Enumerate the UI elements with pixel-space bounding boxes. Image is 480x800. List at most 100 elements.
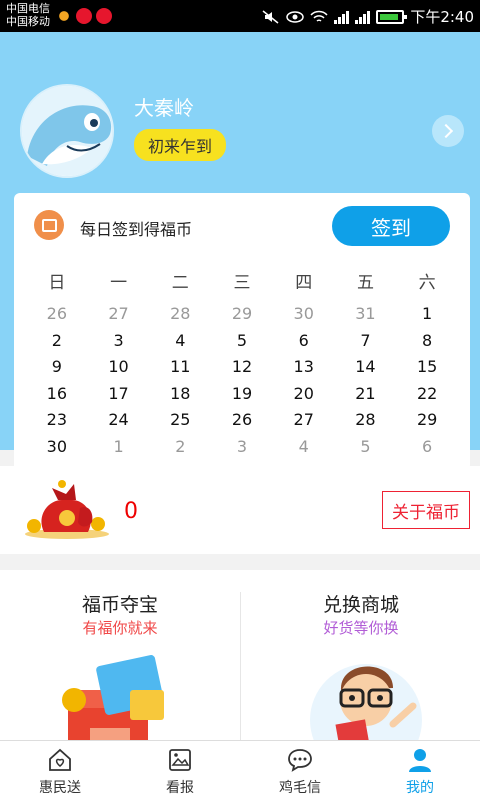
calendar-day: 2 <box>51 330 62 350</box>
weibo-icon <box>76 8 92 24</box>
cartoon-character-icon <box>310 664 422 740</box>
calendar-day-other-month: 4 <box>298 436 309 456</box>
calendar-grid: 26 27 28 29 30 31 1 2 3 4 5 6 7 8 9 10 11 12 13 14 15 16 17 18 1… <box>26 301 458 460</box>
username: 大秦岭 <box>134 96 194 120</box>
calendar-day: 14 <box>355 357 376 376</box>
calendar-day-other-month: 1 <box>113 436 124 456</box>
calendar-day: 30 <box>46 436 68 456</box>
calendar-day: 9 <box>51 357 62 376</box>
calendar-day: 15 <box>416 357 438 376</box>
calendar-weekdays: 日一二三四五六 <box>26 268 458 293</box>
signal-icon <box>355 10 371 24</box>
feature-title: 兑换商城 <box>322 594 399 616</box>
tab-mine[interactable]: 我的 <box>360 741 480 800</box>
about-coins-button[interactable]: 关于福币 <box>382 491 470 529</box>
chat-icon <box>288 749 312 772</box>
calendar-day: 17 <box>108 383 129 403</box>
calendar-day: 3 <box>113 330 124 350</box>
chevron-right-icon[interactable] <box>432 115 464 147</box>
weekday-label: 四 <box>295 273 313 293</box>
weather-icon <box>56 8 72 24</box>
tab-jimaoxin[interactable]: 鸡毛信 <box>240 741 360 800</box>
calendar-day-other-month: 31 <box>355 304 376 323</box>
weekday-label: 二 <box>171 273 189 293</box>
calendar-day: 21 <box>355 383 376 403</box>
calendar-day: 11 <box>170 357 191 376</box>
money-bag-icon <box>25 480 109 539</box>
tab-label: 我的 <box>406 780 434 796</box>
home-heart-icon <box>49 748 71 771</box>
feature-lottery[interactable]: 福币夺宝 有福你就来 <box>0 570 240 740</box>
weibo-icon <box>96 8 112 24</box>
calendar-day: 8 <box>422 330 433 350</box>
features-section: 福币夺宝 有福你就来 兑换商城 好货等你换 <box>0 570 480 740</box>
calendar-day: 22 <box>416 383 438 403</box>
calendar-day: 1 <box>422 304 433 323</box>
calendar-day: 19 <box>231 383 253 403</box>
feature-subtitle: 有福你就来 <box>82 619 158 637</box>
feature-exchange-mall[interactable]: 兑换商城 好货等你换 <box>241 570 480 740</box>
calendar-day: 29 <box>416 410 438 429</box>
feature-title: 福币夺宝 <box>81 594 158 616</box>
notification-icons <box>56 8 112 24</box>
calendar-day: 27 <box>293 410 314 429</box>
status-bar: 中国电信 中国移动 下午2:40 <box>0 0 480 32</box>
tab-label: 鸡毛信 <box>279 780 321 796</box>
sign-in-prompt: 每日签到得福币 <box>80 220 193 239</box>
calendar-day-other-month: 3 <box>236 436 248 456</box>
tab-huiminsong[interactable]: 惠民送 <box>0 741 120 800</box>
weekday-label: 三 <box>233 273 251 293</box>
calendar-day-other-month: 26 <box>46 304 68 323</box>
tab-label: 看报 <box>166 780 194 796</box>
level-badge: 初来乍到 <box>134 129 227 161</box>
avatar[interactable] <box>20 84 114 178</box>
calendar-day: 13 <box>293 357 314 376</box>
wifi-icon <box>310 10 328 22</box>
carrier-info: 中国电信 中国移动 <box>6 2 50 28</box>
tab-label: 惠民送 <box>39 780 81 796</box>
coin-count: 0 <box>124 499 138 524</box>
red-envelope-icon <box>62 655 164 740</box>
calendar-icon <box>34 210 64 240</box>
battery-icon <box>376 9 408 24</box>
clock: 下午2:40 <box>410 8 474 26</box>
calendar-day: 6 <box>298 330 309 350</box>
weekday-label: 六 <box>418 273 436 293</box>
calendar-day-other-month: 6 <box>422 436 433 456</box>
newspaper-icon <box>169 749 191 771</box>
bottom-tab-bar: 惠民送 看报 鸡毛信 我的 <box>0 740 480 800</box>
calendar-day-other-month: 2 <box>175 436 186 456</box>
calendar-day: 26 <box>231 410 253 429</box>
sign-in-button[interactable]: 签到 <box>332 206 450 246</box>
calendar-day: 28 <box>355 410 376 429</box>
calendar-day-other-month: 5 <box>360 436 371 456</box>
calendar-day-other-month: 29 <box>231 304 253 323</box>
weekday-label: 日 <box>48 273 66 293</box>
status-indicators: 下午2:40 <box>262 6 474 27</box>
calendar-day-other-month: 28 <box>170 304 191 323</box>
calendar-day: 10 <box>108 357 129 376</box>
carrier-1: 中国电信 <box>6 2 50 15</box>
calendar-day: 5 <box>236 330 248 350</box>
coin-balance-row: 0 关于福币 <box>0 466 480 554</box>
tab-newspaper[interactable]: 看报 <box>120 741 240 800</box>
calendar-day: 16 <box>46 383 68 403</box>
calendar-day: 18 <box>170 383 191 403</box>
carrier-2: 中国移动 <box>6 15 50 28</box>
signal-icon <box>334 10 350 24</box>
calendar-day: 7 <box>360 330 371 350</box>
calendar-day: 23 <box>46 410 68 429</box>
user-icon <box>409 749 431 772</box>
calendar-day-other-month: 27 <box>108 304 129 323</box>
profile-header: 大秦岭 初来乍到 每日签到得福币 签到 日一二三四五六 26 27 28 29 30 31… <box>0 32 480 471</box>
calendar-day: 4 <box>175 330 186 350</box>
calendar-day: 25 <box>170 410 191 429</box>
sign-in-card: 每日签到得福币 签到 日一二三四五六 26 27 28 29 30 31 1 2 3 4 5 6 7 8 9… <box>14 193 470 471</box>
calendar-day: 12 <box>231 357 253 376</box>
dolphin-avatar-icon <box>22 86 112 176</box>
mute-icon <box>262 9 279 24</box>
calendar-day: 24 <box>108 410 129 429</box>
eye-icon <box>286 10 305 23</box>
calendar-day: 20 <box>293 383 314 403</box>
calendar-day-other-month: 30 <box>293 304 314 323</box>
